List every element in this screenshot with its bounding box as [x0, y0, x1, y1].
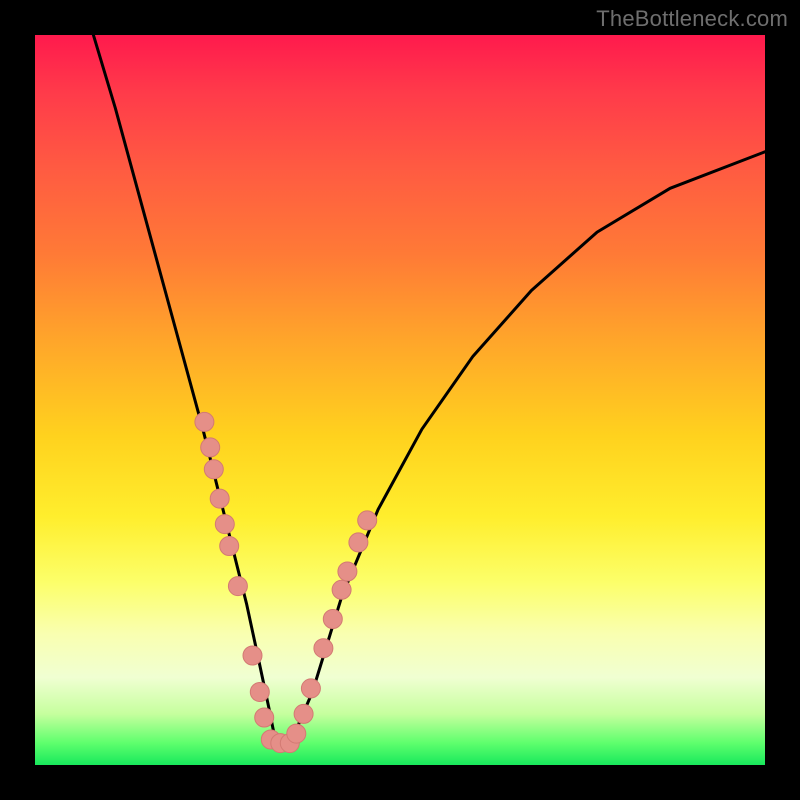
- curve-marker: [228, 577, 247, 596]
- chart-frame: TheBottleneck.com: [0, 0, 800, 800]
- curve-marker: [195, 412, 214, 431]
- curve-path: [93, 35, 765, 743]
- curve-marker: [243, 646, 262, 665]
- bottleneck-curve: [35, 35, 765, 765]
- curve-marker: [215, 515, 234, 534]
- curve-marker: [314, 639, 333, 658]
- curve-marker: [332, 580, 351, 599]
- curve-marker: [255, 708, 274, 727]
- curve-marker: [349, 533, 368, 552]
- curve-marker: [250, 683, 269, 702]
- curve-marker: [294, 704, 313, 723]
- curve-marker: [301, 679, 320, 698]
- plot-area: [35, 35, 765, 765]
- curve-marker: [220, 537, 239, 556]
- curve-marker: [287, 724, 306, 743]
- curve-marker: [210, 489, 229, 508]
- curve-marker: [204, 460, 223, 479]
- watermark-text: TheBottleneck.com: [596, 6, 788, 32]
- curve-marker: [338, 562, 357, 581]
- curve-marker: [323, 610, 342, 629]
- curve-marker: [358, 511, 377, 530]
- curve-marker: [201, 438, 220, 457]
